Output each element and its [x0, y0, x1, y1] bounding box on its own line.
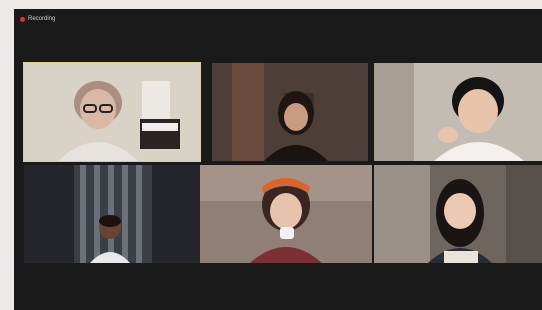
- participant-tile-2[interactable]: [212, 63, 368, 161]
- video-call-window: Recording: [14, 9, 542, 310]
- participant-video-5: [200, 165, 372, 263]
- participant-video-6: [374, 165, 542, 263]
- participant-tile-4[interactable]: [24, 165, 200, 263]
- participant-tile-1[interactable]: [23, 62, 201, 162]
- participant-video-2: [212, 63, 368, 161]
- participant-tile-3[interactable]: [374, 63, 542, 161]
- participant-video-3: [374, 63, 542, 161]
- participant-tile-6[interactable]: [374, 165, 542, 263]
- participant-video-1: [24, 63, 200, 161]
- participant-grid: [14, 9, 542, 310]
- participant-tile-5[interactable]: [200, 165, 372, 263]
- participant-video-4: [24, 165, 200, 263]
